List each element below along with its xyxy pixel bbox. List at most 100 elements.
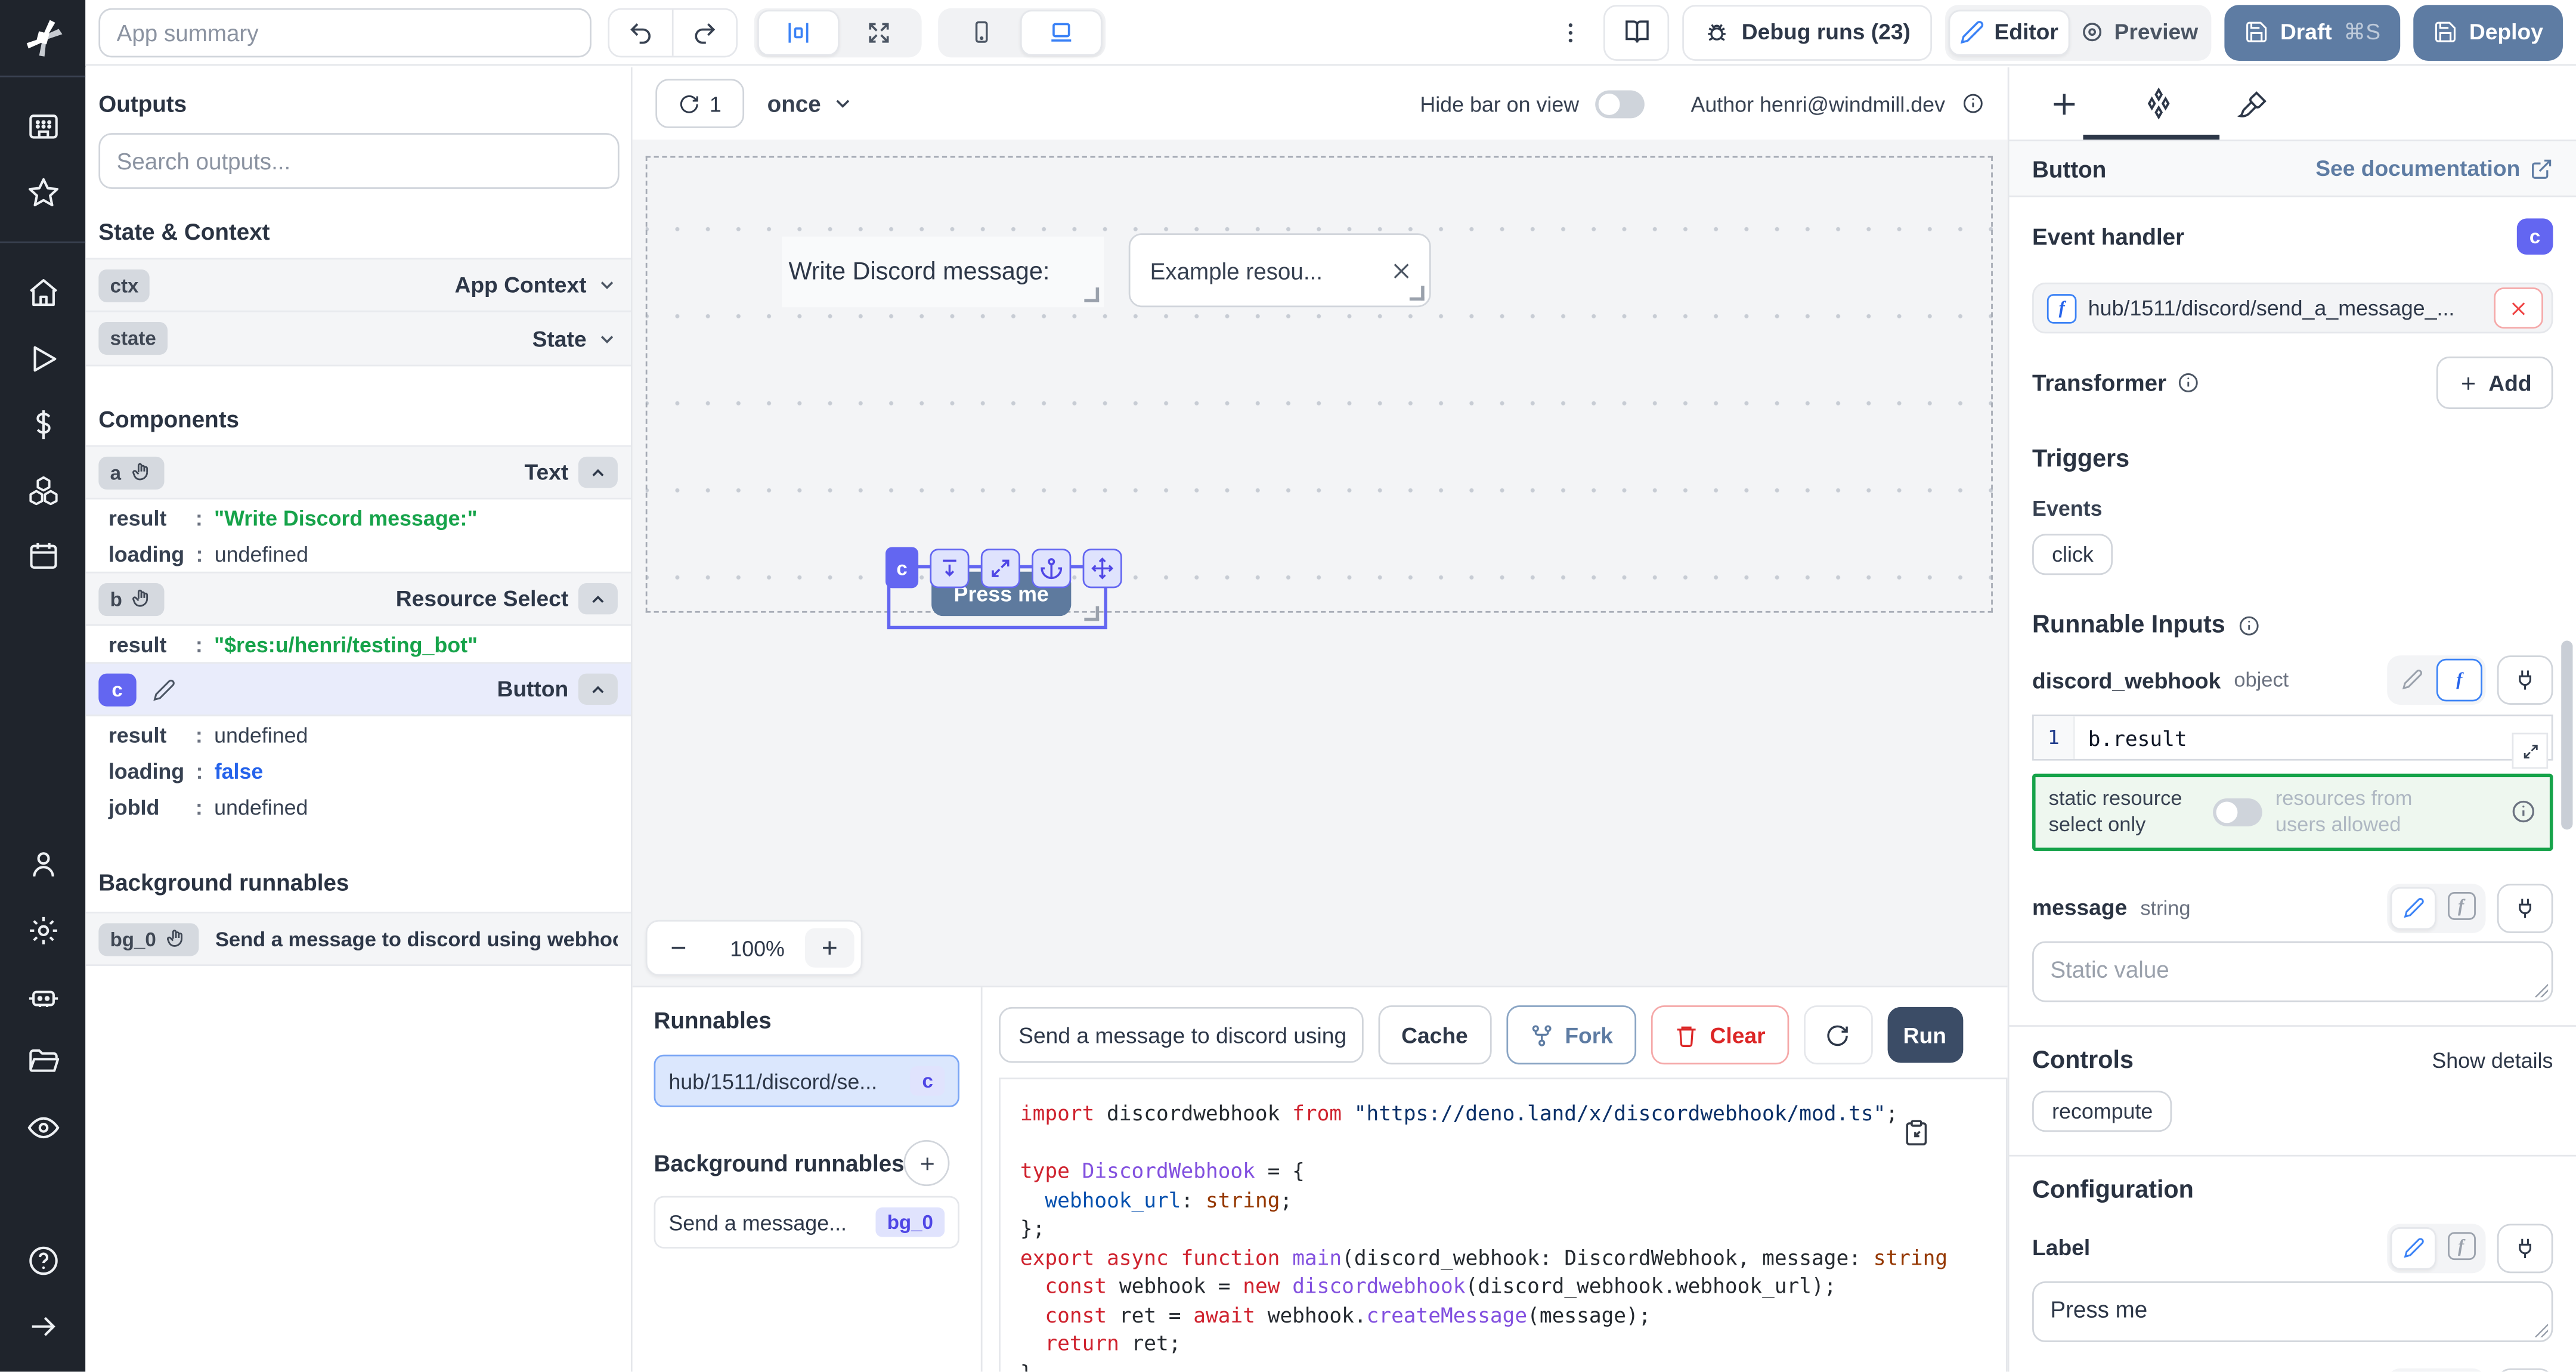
undo-button[interactable]: [609, 9, 672, 55]
panel-scrollbar[interactable]: [2561, 640, 2572, 829]
connect-function-icon[interactable]: f: [2436, 659, 2482, 702]
sidebar-home-icon[interactable]: [0, 259, 85, 325]
event-click-chip[interactable]: click: [2032, 534, 2113, 575]
tab-editor[interactable]: Editor: [1948, 9, 2070, 55]
canvas-grid[interactable]: Write Discord message: Example resou... …: [646, 156, 1993, 613]
sidebar-variables-icon[interactable]: [0, 391, 85, 457]
label-value-input[interactable]: Press me: [2032, 1281, 2553, 1342]
canvas-resource-select-component[interactable]: Example resou...: [1129, 233, 1431, 307]
output-row-state[interactable]: state State: [85, 312, 631, 366]
resize-handle[interactable]: [1084, 606, 1099, 621]
schedule-mode-dropdown[interactable]: once: [767, 91, 854, 117]
search-outputs-input[interactable]: [98, 133, 619, 189]
sidebar-runs-icon[interactable]: [0, 326, 85, 391]
see-documentation-link[interactable]: See documentation: [2315, 156, 2553, 181]
expand-editor-icon[interactable]: [2512, 733, 2549, 769]
clear-selection-x-icon[interactable]: [1390, 259, 1413, 282]
plug-icon[interactable]: [2497, 1223, 2553, 1272]
sidebar-workers-icon[interactable]: [0, 962, 85, 1028]
info-icon[interactable]: [2237, 614, 2260, 637]
save-draft-button[interactable]: Draft ⌘S: [2224, 4, 2400, 60]
remove-runnable-button[interactable]: [2494, 287, 2543, 329]
chevron-down-icon[interactable]: [596, 274, 618, 296]
expand-sidebar-icon[interactable]: [0, 1293, 85, 1358]
sidebar-apps-icon[interactable]: [0, 94, 85, 159]
desktop-view-button[interactable]: [1020, 9, 1103, 55]
reload-code-button[interactable]: [1803, 1005, 1872, 1064]
component-row-c[interactable]: c Button: [85, 662, 631, 716]
collapse-chevron-up-icon[interactable]: [578, 674, 618, 705]
sidebar-audit-logs-icon[interactable]: [0, 1094, 85, 1160]
fullwidth-layout-button[interactable]: [840, 11, 918, 54]
debug-runs-button[interactable]: Debug runs (23): [1683, 4, 1932, 60]
expand-icon[interactable]: [981, 548, 1020, 587]
app-summary-input[interactable]: [98, 7, 592, 57]
code-editor[interactable]: import discordwebhook from "https://deno…: [999, 1077, 2008, 1371]
background-runnable-row[interactable]: bg_0 Send a message to discord using web…: [85, 912, 631, 966]
connect-function-icon[interactable]: f: [2439, 1227, 2482, 1266]
script-name-button[interactable]: Send a message to discord using: [999, 1007, 1364, 1063]
expand-down-icon[interactable]: [930, 548, 969, 587]
add-background-runnable-button[interactable]: [903, 1140, 949, 1186]
component-row-b[interactable]: b Resource Select: [85, 572, 631, 626]
textarea-resize-handle[interactable]: [2535, 983, 2548, 996]
component-row-a[interactable]: a Text: [85, 445, 631, 500]
move-icon[interactable]: [1083, 548, 1122, 587]
plug-icon[interactable]: [2497, 655, 2553, 705]
runnable-item-selected[interactable]: hub/1511/discord/se... c: [654, 1055, 959, 1107]
show-details-link[interactable]: Show details: [2432, 1047, 2553, 1071]
discord-webhook-code-input[interactable]: 1 b.result: [2032, 714, 2553, 760]
textarea-resize-handle[interactable]: [2535, 1323, 2548, 1336]
center-layout-button[interactable]: [757, 9, 840, 55]
info-icon[interactable]: [2176, 371, 2200, 395]
resize-handle[interactable]: [1410, 286, 1425, 301]
collapse-chevron-up-icon[interactable]: [578, 583, 618, 614]
run-button[interactable]: Run: [1887, 1007, 1962, 1063]
cache-button[interactable]: Cache: [1379, 1005, 1491, 1064]
hide-bar-toggle[interactable]: [1596, 89, 1645, 117]
plug-icon[interactable]: [2497, 1368, 2553, 1372]
zoom-out-button[interactable]: [648, 922, 710, 974]
message-static-value-input[interactable]: [2032, 940, 2553, 1001]
deploy-button[interactable]: Deploy: [2413, 4, 2563, 60]
app-canvas[interactable]: Write Discord message: Example resou... …: [633, 140, 2008, 986]
sidebar-resources-icon[interactable]: [0, 457, 85, 522]
plug-icon[interactable]: [2497, 883, 2553, 933]
windmill-logo-icon[interactable]: [21, 17, 64, 60]
output-row-ctx[interactable]: ctx App Context: [85, 258, 631, 312]
info-icon[interactable]: [1962, 92, 1985, 115]
sidebar-folders-icon[interactable]: [0, 1029, 85, 1094]
zoom-in-button[interactable]: [805, 928, 854, 968]
static-pencil-icon[interactable]: [2391, 1227, 2436, 1269]
static-pencil-icon[interactable]: [2391, 659, 2433, 698]
tab-preview[interactable]: Preview: [2070, 11, 2208, 54]
refresh-count-button[interactable]: 1: [655, 79, 744, 128]
sidebar-schedules-icon[interactable]: [0, 522, 85, 588]
resources-from-users-toggle[interactable]: [2213, 798, 2262, 826]
clear-button[interactable]: Clear: [1651, 1005, 1788, 1064]
copy-code-icon[interactable]: [1902, 1119, 1930, 1147]
background-runnable-item[interactable]: Send a message... bg_0: [654, 1196, 959, 1249]
sidebar-settings-icon[interactable]: [0, 897, 85, 962]
tab-component-settings-icon[interactable]: [2142, 87, 2175, 120]
sidebar-users-icon[interactable]: [0, 831, 85, 897]
tab-insert-plus-icon[interactable]: [2049, 88, 2080, 119]
redo-button[interactable]: [672, 9, 736, 55]
more-options-icon[interactable]: [1551, 19, 1590, 45]
tab-styling-brush-icon[interactable]: [2237, 88, 2268, 119]
documentation-book-button[interactable]: [1603, 4, 1669, 60]
connect-function-icon[interactable]: f: [2439, 886, 2482, 925]
mobile-view-button[interactable]: [942, 11, 1020, 54]
pencil-icon[interactable]: [152, 677, 175, 701]
static-pencil-icon[interactable]: [2391, 886, 2436, 929]
resize-handle[interactable]: [1084, 287, 1099, 302]
canvas-text-component[interactable]: Write Discord message:: [782, 237, 1104, 307]
sidebar-favorites-icon[interactable]: [0, 159, 85, 225]
anchor-icon[interactable]: [1032, 548, 1071, 587]
runnable-picker[interactable]: f hub/1511/discord/send_a_message_...: [2032, 283, 2553, 333]
fork-button[interactable]: Fork: [1506, 1005, 1636, 1064]
info-icon[interactable]: [2510, 799, 2537, 825]
recompute-chip[interactable]: recompute: [2032, 1090, 2172, 1131]
collapse-chevron-up-icon[interactable]: [578, 457, 618, 488]
add-transformer-button[interactable]: Add: [2436, 357, 2553, 409]
